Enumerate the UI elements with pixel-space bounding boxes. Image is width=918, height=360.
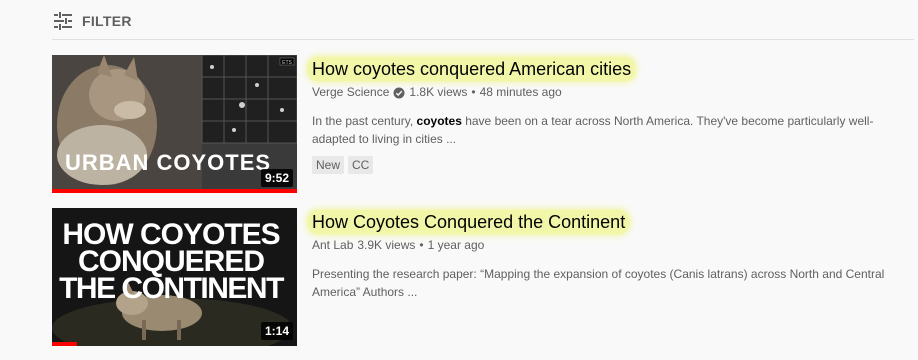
upload-age: 48 minutes ago (479, 85, 562, 99)
badge-cc: CC (348, 156, 374, 174)
video-info: How Coyotes Conquered the Continent Ant … (308, 208, 912, 301)
view-count: 3.9K views (357, 238, 416, 252)
filter-button[interactable]: FILTER (52, 9, 132, 33)
video-title[interactable]: How Coyotes Conquered the Continent (308, 210, 630, 234)
watch-progress-bar (52, 189, 297, 193)
thumbnail-corner-badge: ETS (282, 60, 292, 66)
video-description: In the past century, coyotes have been o… (312, 114, 874, 146)
filter-label: FILTER (82, 13, 132, 29)
thumbnail-caption-line3: THE CONTINENT (59, 272, 284, 305)
badge-list: New CC (312, 156, 912, 174)
watch-progress-bar (52, 342, 77, 346)
upload-age: 1 year ago (427, 238, 485, 252)
badge-new: New (312, 156, 345, 174)
divider (52, 39, 914, 40)
filter-bar: FILTER (0, 0, 918, 40)
video-thumbnail[interactable]: ETS URBAN COYOTES 9:52 (52, 55, 297, 193)
video-description: Presenting the research paper: “Mapping … (312, 267, 885, 299)
meta-separator: • (471, 85, 476, 99)
channel-name[interactable]: Ant Lab (312, 236, 353, 254)
video-duration: 9:52 (260, 169, 293, 187)
video-result: ETS URBAN COYOTES 9:52 How coyotes conqu… (52, 55, 912, 195)
thumbnail-caption: URBAN COYOTES (65, 150, 271, 175)
video-result: HOW COYOTES CONQUERED THE CONTINENT 1:14… (52, 208, 912, 348)
video-duration: 1:14 (260, 322, 293, 340)
view-count: 1.8K views (409, 85, 468, 99)
filter-sliders-icon (52, 10, 74, 32)
video-title[interactable]: How coyotes conquered American cities (308, 57, 636, 81)
video-info: How coyotes conquered American cities Ve… (308, 55, 912, 174)
video-thumbnail[interactable]: HOW COYOTES CONQUERED THE CONTINENT 1:14 (52, 208, 297, 346)
meta-separator: • (419, 238, 424, 252)
channel-name[interactable]: Verge Science (312, 83, 389, 101)
video-meta: Verge Science 1.8K views • 48 minutes ag… (312, 83, 912, 101)
verified-check-icon (393, 86, 405, 99)
video-meta: Ant Lab • 3.9K views • 1 year ago (312, 236, 912, 254)
